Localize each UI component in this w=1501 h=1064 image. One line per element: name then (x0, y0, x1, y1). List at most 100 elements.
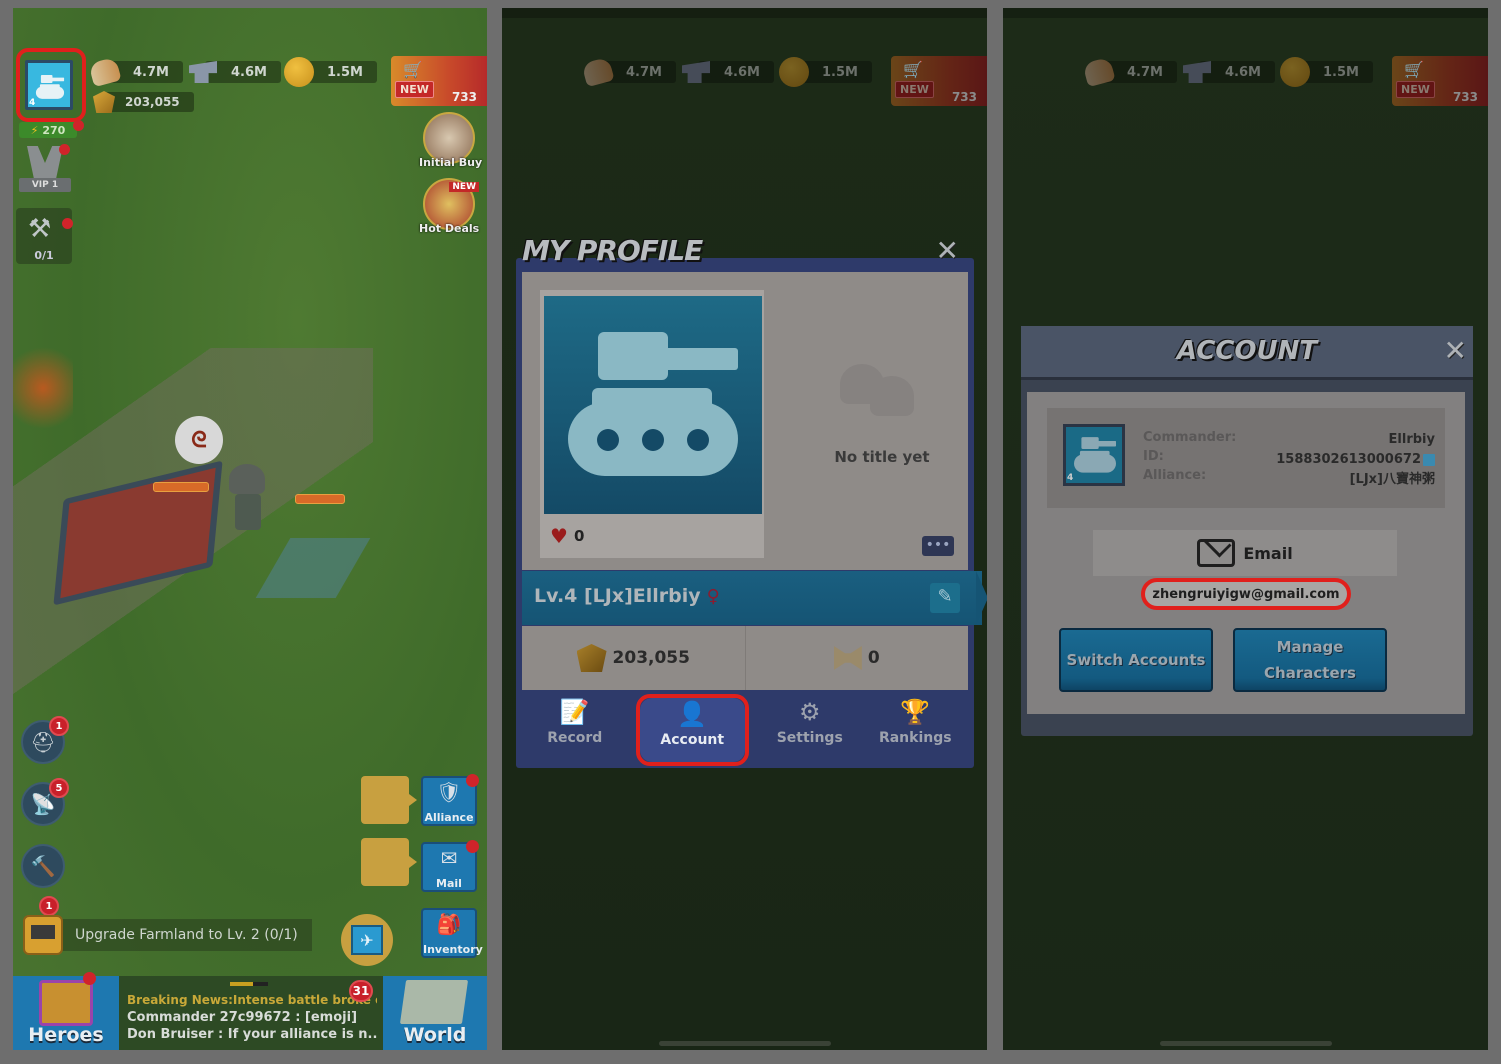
crossed-bones-icon (833, 646, 862, 670)
home-indicator[interactable] (658, 1041, 831, 1046)
profile-avatar[interactable]: ♥ 0 (540, 290, 764, 558)
alliance-label: Alliance (424, 811, 474, 824)
bread-icon (1082, 56, 1116, 88)
heroes-button[interactable]: Heroes (13, 972, 119, 1050)
airplane-icon: ✈ (351, 925, 383, 955)
game-screen-home: ᘓ 4.7M 4.6M 1.5M 🛒 NEW 733 4 203,055 270… (13, 8, 487, 1050)
vip-button[interactable]: VIP 1 (19, 144, 71, 194)
commander-name-bar: Lv.4 [LJx]Ellrbiy ♀ ✎ (522, 571, 987, 625)
power-stat: 203,055 (522, 626, 745, 690)
rank-badge-icon: ♀ (706, 586, 720, 607)
more-options-button[interactable]: ••• (922, 536, 954, 556)
helper-vehicle-button[interactable] (361, 776, 417, 824)
power-value: 203,055 (612, 648, 690, 668)
manage-characters-label: Manage (1276, 638, 1344, 656)
tab-account[interactable]: 👤 Account (635, 694, 749, 766)
resource-iron: 4.6M (680, 60, 774, 84)
inventory-label: Inventory (423, 943, 483, 956)
initial-buy-button[interactable]: Initial Buy (419, 112, 483, 174)
hammer-icon: 🔨 (30, 854, 56, 878)
new-tag: NEW (395, 81, 434, 98)
tab-rankings[interactable]: 🏆 Rankings (863, 692, 969, 764)
world-map-button[interactable]: World (383, 976, 487, 1050)
alliance-button[interactable]: 🛡 Alliance (421, 774, 479, 826)
bottom-bar: Heroes Breaking News:Intense battle brok… (13, 972, 487, 1050)
close-icon[interactable]: ✕ (936, 234, 959, 267)
email-binding-row[interactable]: Email (1093, 530, 1397, 576)
new-tag: NEW (1396, 81, 1435, 98)
sword-icon (295, 494, 345, 504)
notification-badge: 1 (49, 716, 69, 736)
resource-iron[interactable]: 4.6M (187, 60, 281, 84)
gold-coin-icon (779, 57, 809, 87)
switch-accounts-label: Switch Accounts (1066, 651, 1206, 669)
builder-count: 0/1 (34, 249, 54, 262)
shop-button[interactable]: 🛒 NEW 733 (391, 56, 487, 106)
soldier-unit[interactable] (229, 464, 269, 534)
avatar-level: 4 (1067, 473, 1074, 483)
stamina-bar[interactable]: 270 (19, 122, 77, 138)
quest-tracker[interactable]: Upgrade Farmland to Lv. 2 (0/1) (23, 915, 312, 955)
resource-food[interactable]: 4.7M (88, 56, 183, 88)
notification-dot (466, 774, 479, 787)
advisor-portrait-button[interactable] (361, 838, 417, 886)
notification-badge: 5 (49, 778, 69, 798)
kills-value: 0 (867, 648, 880, 668)
switch-accounts-button[interactable]: Switch Accounts (1059, 628, 1213, 692)
manage-characters-button[interactable]: Manage Characters (1233, 628, 1387, 692)
profile-tab-bar: 📝 Record 👤 Account ⚙ Settings 🏆 Rankings (522, 692, 969, 766)
tab-settings[interactable]: ⚙ Settings (757, 692, 863, 764)
mail-button[interactable]: ✉ Mail (421, 840, 479, 892)
shop-button: 🛒 NEW 733 (891, 56, 987, 106)
account-info-card: 4 Commander: ID: Alliance: Ellrbiy 15883… (1047, 408, 1445, 508)
kills-stat: 0 (744, 626, 969, 690)
resource-food: 4.7M (1082, 56, 1177, 88)
shopping-cart-icon: 🛒 (1404, 60, 1424, 79)
airdrop-button[interactable]: ✈ (341, 914, 393, 966)
notification-dot (59, 144, 70, 155)
likes-counter[interactable]: ♥ 0 (550, 524, 584, 548)
id-value: 1588302613000672 (1276, 452, 1421, 467)
build-button[interactable]: 🔨 (21, 844, 65, 888)
inventory-button[interactable]: 🎒 Inventory (421, 908, 483, 958)
copy-icon[interactable] (1423, 453, 1435, 466)
heroes-label: Heroes (28, 1024, 104, 1046)
notification-dot (466, 840, 479, 853)
world-map-icon (399, 980, 469, 1024)
highlight-ring (16, 48, 86, 122)
chat-line: Commander 27c99672 : [emoji] (127, 1010, 358, 1025)
vip-label: VIP 1 (19, 178, 71, 192)
highlight-ring (635, 694, 749, 766)
shop-count: 733 (951, 90, 977, 104)
chat-unread-badge: 31 (349, 980, 373, 1002)
resource-gold: 1.5M (778, 57, 872, 87)
account-dialog-header: ACCOUNT ✕ (1021, 326, 1473, 380)
account-body: 4 Commander: ID: Alliance: Ellrbiy 15883… (1027, 392, 1465, 714)
claw-icon-bubble[interactable]: ᘓ (175, 416, 223, 464)
info-labels: Commander: ID: Alliance: (1143, 428, 1236, 485)
tank-icon (1074, 437, 1116, 473)
chat-ticker[interactable]: Breaking News:Intense battle broke out..… (127, 978, 377, 1048)
edit-name-button[interactable]: ✎ (930, 583, 960, 613)
commander-value: Ellrbiy (1388, 432, 1435, 447)
resource-gold: 1.5M (1279, 57, 1373, 87)
initial-buy-label: Initial Buy (419, 156, 483, 169)
mail-label: Mail (436, 877, 462, 890)
builder-queue-button[interactable]: ⚒ 0/1 (16, 208, 73, 264)
iron-ingot-icon (1183, 61, 1211, 83)
hot-deals-button[interactable]: NEW Hot Deals (419, 178, 479, 240)
tab-label: Settings (776, 730, 843, 746)
email-label: Email (1243, 543, 1293, 563)
home-indicator[interactable] (1159, 1041, 1332, 1046)
sword-icon (153, 482, 209, 492)
notification-badge: 1 (39, 896, 59, 916)
profile-card: ♥ 0 No title yet ••• (522, 272, 968, 570)
id-label: ID: (1143, 449, 1164, 464)
close-icon[interactable]: ✕ (1444, 334, 1467, 367)
tab-record[interactable]: 📝 Record (522, 692, 628, 764)
resource-gold[interactable]: 1.5M (283, 57, 377, 87)
hot-deals-label: Hot Deals (419, 222, 480, 235)
heart-icon: ♥ (550, 524, 568, 548)
quest-text: Upgrade Farmland to Lv. 2 (0/1) (57, 919, 312, 951)
stamina-value: 270 (42, 123, 66, 137)
